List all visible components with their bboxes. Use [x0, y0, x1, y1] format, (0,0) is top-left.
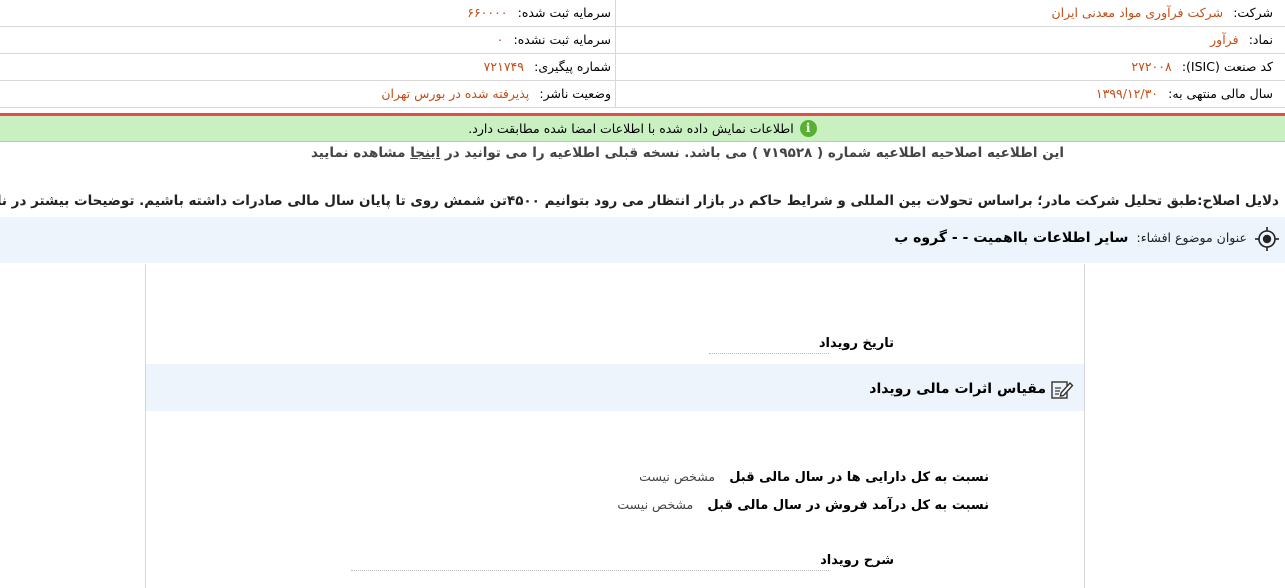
edit-icon	[1051, 381, 1074, 399]
company-cell: شرکت: شرکت فرآوری مواد معدنی ایران	[615, 0, 1285, 26]
info-row: سال مالی منتهی به: ۱۳۹۹/۱۲/۳۰ وضعیت ناشر…	[0, 81, 1285, 108]
registered-capital-value: ۶۶۰۰۰۰	[467, 5, 508, 20]
ratio-assets-value: مشخص نیست	[639, 469, 716, 484]
company-label: شرکت:	[1233, 5, 1273, 20]
isic-value: ۲۷۲۰۰۸	[1131, 59, 1172, 74]
event-description-field	[351, 569, 829, 571]
tracking-value: ۷۲۱۷۴۹	[483, 59, 524, 74]
isic-label: کد صنعت (ISIC):	[1181, 59, 1273, 74]
symbol-value: فرآور	[1210, 32, 1239, 47]
financial-effects-section-header: مقیاس اثرات مالی رویداد	[146, 364, 1084, 411]
correction-text-after: مشاهده نمایید	[310, 145, 411, 161]
unregistered-capital-value: ۰	[496, 32, 504, 47]
registered-capital-label: سرمایه ثبت شده:	[517, 5, 611, 20]
fiscal-year-cell: سال مالی منتهی به: ۱۳۹۹/۱۲/۳۰	[615, 81, 1285, 107]
fiscal-year-label: سال مالی منتهی به:	[1168, 86, 1273, 101]
unregistered-capital-cell: سرمایه ثبت نشده: ۰	[0, 27, 615, 53]
previous-version-link[interactable]: اینجا	[410, 145, 440, 161]
target-icon	[1255, 227, 1279, 251]
symbol-cell: نماد: فرآور	[615, 27, 1285, 53]
verification-notice: i اطلاعات نمایش داده شده با اطلاعات امضا…	[0, 116, 1285, 142]
correction-notice: این اطلاعیه اصلاحیه اطلاعیه شماره ( ۷۱۹۵…	[0, 145, 1285, 161]
info-row: کد صنعت (ISIC): ۲۷۲۰۰۸ شماره پیگیری: ۷۲۱…	[0, 54, 1285, 81]
isic-cell: کد صنعت (ISIC): ۲۷۲۰۰۸	[615, 54, 1285, 80]
info-row: نماد: فرآور سرمایه ثبت نشده: ۰	[0, 27, 1285, 54]
info-row: شرکت: شرکت فرآوری مواد معدنی ایران سرمای…	[0, 0, 1285, 27]
ratio-assets-row: نسبت به کل دارایی ها در سال مالی قبل مشخ…	[639, 469, 989, 485]
publisher-status-cell: وضعیت ناشر: پذیرفته شده در بورس تهران	[0, 81, 615, 107]
tracking-cell: شماره پیگیری: ۷۲۱۷۴۹	[0, 54, 615, 80]
info-icon: i	[799, 120, 817, 137]
event-description-label: شرح رویداد	[820, 553, 894, 568]
event-form-panel: تاریخ رویداد مقیاس اثرات مالی رویداد نسب…	[145, 264, 1085, 588]
section-title: مقیاس اثرات مالی رویداد	[869, 378, 1074, 400]
verification-notice-text: اطلاعات نمایش داده شده با اطلاعات امضا ش…	[468, 121, 794, 136]
correction-reasons: دلایل اصلاح:طبق تحلیل شرکت مادر؛ براساس …	[0, 193, 1279, 209]
ratio-sales-value: مشخص نیست	[617, 497, 694, 512]
subject-bar: عنوان موضوع افشاء: سایر اطلاعات بااهمیت …	[0, 217, 1285, 263]
company-info-table: شرکت: شرکت فرآوری مواد معدنی ایران سرمای…	[0, 0, 1285, 108]
registered-capital-cell: سرمایه ثبت شده: ۶۶۰۰۰۰	[0, 0, 615, 26]
publisher-status-label: وضعیت ناشر:	[539, 86, 611, 101]
correction-text-before: این اطلاعیه اصلاحیه اطلاعیه شماره ( ۷۱۹۵…	[440, 145, 1065, 161]
symbol-label: نماد:	[1248, 32, 1273, 47]
ratio-sales-label: نسبت به کل درآمد فروش در سال مالی قبل	[707, 498, 989, 513]
company-value: شرکت فرآوری مواد معدنی ایران	[1051, 5, 1224, 20]
fiscal-year-value: ۱۳۹۹/۱۲/۳۰	[1095, 86, 1159, 101]
event-date-label: تاریخ رویداد	[818, 336, 894, 351]
section-title-text: مقیاس اثرات مالی رویداد	[869, 381, 1046, 397]
tracking-label: شماره پیگیری:	[534, 59, 611, 74]
subject-text: عنوان موضوع افشاء: سایر اطلاعات بااهمیت …	[894, 230, 1247, 246]
ratio-sales-row: نسبت به کل درآمد فروش در سال مالی قبل مش…	[617, 497, 989, 513]
subject-label: عنوان موضوع افشاء:	[1136, 230, 1247, 245]
ratio-assets-label: نسبت به کل دارایی ها در سال مالی قبل	[729, 470, 989, 485]
subject-title: سایر اطلاعات بااهمیت - - گروه ب	[894, 230, 1129, 246]
event-date-field	[709, 352, 829, 354]
publisher-status-value: پذیرفته شده در بورس تهران	[381, 86, 530, 101]
unregistered-capital-label: سرمایه ثبت نشده:	[513, 32, 611, 47]
